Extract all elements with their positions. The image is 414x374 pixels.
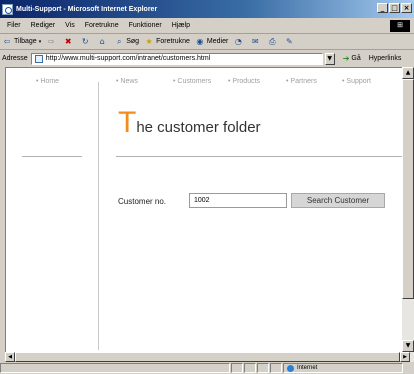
address-input[interactable]: http://www.multi-support.com/intranet/cu… <box>30 52 323 65</box>
scroll-left-icon[interactable]: ◀ <box>5 352 15 362</box>
edit-button[interactable]: ✎ <box>284 37 296 47</box>
go-button[interactable]: ➔ Gå <box>343 54 361 63</box>
page-title: T he customer folder <box>118 108 261 138</box>
favorites-button[interactable]: ★ Foretrukne <box>144 36 190 47</box>
scroll-right-icon[interactable]: ▶ <box>400 352 410 362</box>
mail-button[interactable]: ✉ <box>250 37 262 47</box>
window-controls: _ □ × <box>377 3 412 13</box>
search-button[interactable]: ⌕ Søg <box>114 37 139 47</box>
window-titlebar: Multi-Support - Microsoft Internet Explo… <box>0 0 414 18</box>
close-button[interactable]: × <box>401 3 412 13</box>
status-cell-4 <box>270 363 282 373</box>
scroll-down-icon[interactable]: ▼ <box>402 340 414 352</box>
windows-logo-icon: ⊞ <box>390 20 410 32</box>
back-dropdown-icon: ▾ <box>38 38 42 45</box>
mail-icon: ✉ <box>251 36 259 46</box>
nav-products-label: Products <box>232 78 261 85</box>
window-title: Multi-Support - Microsoft Internet Explo… <box>16 5 158 13</box>
menu-bar: Filer Rediger Vis Foretrukne Funktioner … <box>0 18 414 34</box>
forward-arrow-icon: ⇨ <box>47 36 55 46</box>
address-bar: Adresse http://www.multi-support.com/int… <box>0 51 414 66</box>
customer-number-input[interactable] <box>189 193 287 208</box>
nav-partners-label: Partners <box>290 78 317 85</box>
history-icon: ◔ <box>234 36 242 46</box>
search-icon: ⌕ <box>116 36 122 46</box>
status-cell-3 <box>257 363 269 373</box>
stop-icon: ✖ <box>64 36 72 46</box>
print-icon: ⎙ <box>269 36 276 46</box>
page-icon <box>34 54 43 63</box>
horizontal-scrollbar[interactable]: ◀ ▶ <box>5 352 414 362</box>
home-button[interactable]: ⌂ <box>97 37 109 47</box>
menu-edit[interactable]: Rediger <box>31 22 56 29</box>
home-icon: ⌂ <box>99 36 105 46</box>
status-bar: Internet <box>0 362 414 374</box>
page-title-text: he customer folder <box>136 119 261 136</box>
favorites-label: Foretrukne <box>156 38 190 45</box>
search-customer-button[interactable]: Search Customer <box>291 193 385 208</box>
ie-icon <box>2 3 13 15</box>
customer-number-label: Customer no. <box>118 197 167 206</box>
page-title-initial: T <box>118 106 137 139</box>
address-dropdown-icon[interactable]: ▼ <box>324 52 335 65</box>
nav-support[interactable]: • Support <box>342 78 371 85</box>
back-arrow-icon: ⇦ <box>3 36 11 46</box>
nav-products[interactable]: • Products <box>228 78 260 85</box>
vertical-scrollbar[interactable]: ▲ ▼ <box>402 67 414 352</box>
print-button[interactable]: ⎙ <box>267 37 279 47</box>
horizontal-divider-right <box>116 156 402 157</box>
scroll-up-icon[interactable]: ▲ <box>402 67 414 79</box>
back-label: Tilbage <box>14 38 37 45</box>
go-arrow-icon: ➔ <box>342 54 350 63</box>
site-nav: • Home • News • Customers • Products • P… <box>6 78 402 90</box>
menu-file[interactable]: Filer <box>7 22 21 29</box>
toolbar: ⇦ Tilbage ▾ ⇨ ✖ ↻ ⌂ ⌕ Søg ★ Foretrukne ◉… <box>0 34 414 50</box>
horizontal-divider-left <box>22 156 82 157</box>
horizontal-scroll-thumb[interactable] <box>15 352 400 362</box>
nav-home[interactable]: • Home <box>36 78 59 85</box>
vertical-divider <box>98 82 99 350</box>
nav-news-label: News <box>120 78 138 85</box>
nav-support-label: Support <box>346 78 371 85</box>
media-label: Medier <box>206 38 229 45</box>
nav-customers-label: Customers <box>177 78 212 85</box>
status-cell-2 <box>244 363 256 373</box>
history-button[interactable]: ◔ <box>233 37 245 47</box>
media-button[interactable]: ◉ Medier <box>195 37 228 47</box>
status-cell-1 <box>231 363 243 373</box>
menu-favorites[interactable]: Foretrukne <box>85 22 119 29</box>
nav-news[interactable]: • News <box>116 78 138 85</box>
forward-button[interactable]: ⇨ <box>46 37 58 47</box>
nav-customers[interactable]: • Customers <box>173 78 211 85</box>
minimize-button[interactable]: _ <box>377 3 388 13</box>
search-label: Søg <box>126 38 140 45</box>
status-zone: Internet <box>283 363 403 373</box>
nav-home-label: Home <box>40 78 60 85</box>
media-icon: ◉ <box>196 36 204 46</box>
back-button[interactable]: ⇦ Tilbage ▾ <box>2 36 42 47</box>
refresh-icon: ↻ <box>81 36 89 46</box>
vertical-scroll-thumb[interactable] <box>402 79 414 299</box>
menu-view[interactable]: Vis <box>65 22 75 29</box>
address-url: http://www.multi-support.com/intranet/cu… <box>45 55 211 62</box>
status-zone-label: Internet <box>297 365 318 371</box>
nav-partners[interactable]: • Partners <box>286 78 317 85</box>
go-label: Gå <box>351 55 361 62</box>
status-message <box>0 363 230 373</box>
internet-globe-icon <box>287 364 294 372</box>
page-viewport: • Home • News • Customers • Products • P… <box>5 67 402 352</box>
refresh-button[interactable]: ↻ <box>80 37 92 47</box>
menu-tools[interactable]: Funktioner <box>129 22 162 29</box>
address-label: Adresse <box>2 55 28 62</box>
favorites-icon: ★ <box>145 36 153 46</box>
menu-help[interactable]: Hjælp <box>172 22 190 29</box>
links-button[interactable]: Hyperlinks <box>369 55 402 62</box>
edit-icon: ✎ <box>285 36 293 46</box>
maximize-button[interactable]: □ <box>389 3 400 13</box>
stop-button[interactable]: ✖ <box>63 37 75 47</box>
